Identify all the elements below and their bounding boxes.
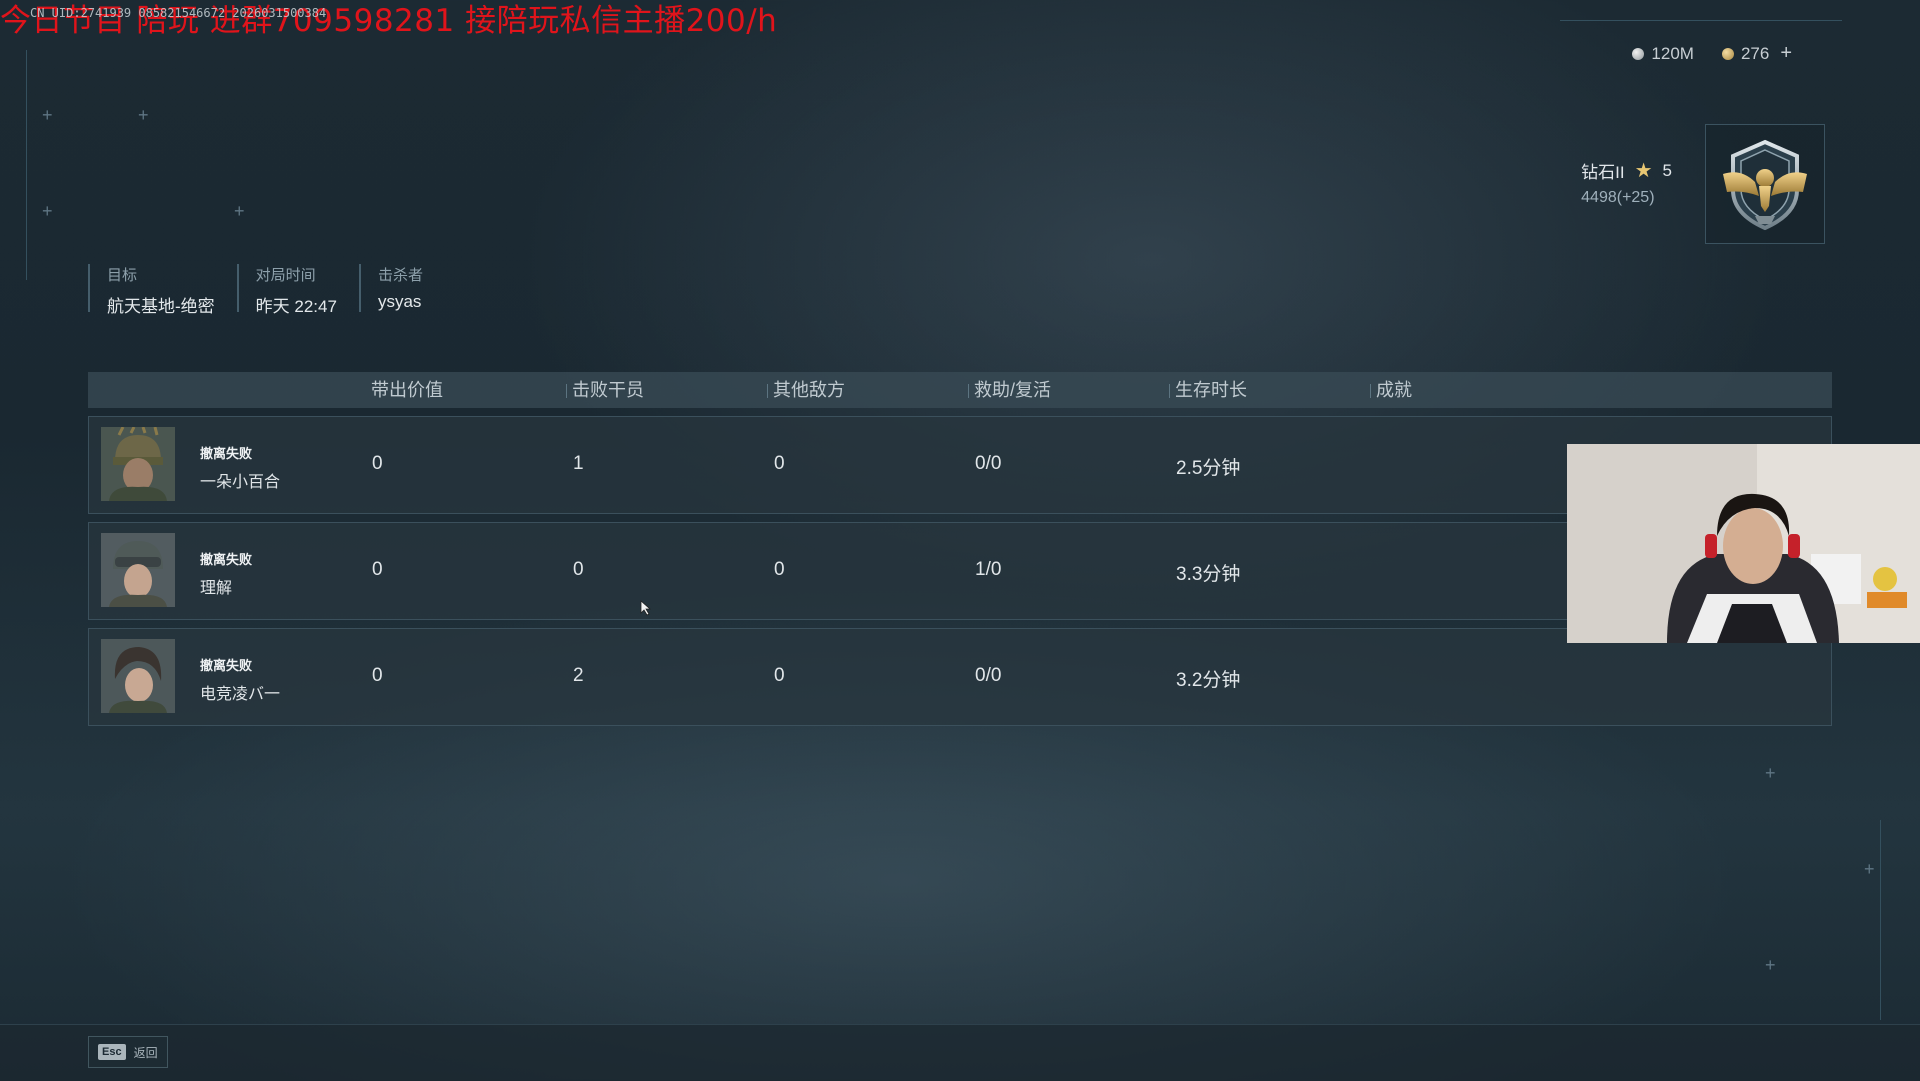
info-label: 击杀者 [377,267,423,284]
gold-currency[interactable]: 276 + [1721,42,1792,65]
player-name: 一朵小百合 [200,474,281,491]
info-value: 航天基地-绝密 [107,297,215,316]
star-icon: ★ [1634,160,1653,182]
survival-time: 3.2分钟 [1176,670,1241,691]
match-info-objective: 目标 航天基地-绝密 [88,264,237,316]
add-currency-button[interactable]: + [1780,42,1792,65]
match-info-time: 对局时间 昨天 22:47 [236,264,359,316]
column-header: 带出价值 [371,380,443,400]
extract-value: 0 [372,453,383,474]
webcam-feed-image [1567,444,1920,643]
extract-value: 0 [372,559,383,580]
operator-avatar [101,639,175,713]
info-value[interactable]: ysyas [378,292,423,312]
info-label: 对局时间 [255,267,316,284]
streamer-webcam [1567,444,1920,643]
assist-revive: 0/0 [975,665,1002,686]
silver-amount: 120M [1651,43,1694,63]
operator-avatar [101,533,175,607]
back-label: 返回 [133,1045,158,1060]
survival-time: 3.3分钟 [1176,564,1241,585]
extraction-status: 撤离失败 [200,446,253,461]
rank-points: 4498(+25) [1581,189,1655,206]
hud-crosshair-mark: + [42,201,53,221]
back-button[interactable]: Esc 返回 [88,1036,168,1068]
operator-portrait-icon [101,639,175,713]
hud-top-rail [1560,20,1842,21]
column-divider [767,384,768,398]
gold-amount: 276 [1740,43,1770,63]
player-name: 理解 [200,580,233,597]
column-divider [1370,384,1371,398]
player-name: 电竞凌バ一 [200,686,281,703]
column-divider [1169,384,1170,398]
info-value: 昨天 22:47 [255,297,337,316]
operator-avatar [101,427,175,501]
hud-crosshair-mark: + [1765,955,1776,975]
extract-value: 0 [372,665,383,686]
rank-summary: 钻石II ★ 5 4498(+25) [1581,158,1672,207]
hud-left-rail [26,50,27,280]
assist-revive: 0/0 [975,453,1002,474]
column-divider [968,384,969,398]
rank-tier: 钻石II [1581,163,1625,182]
operators-defeated: 2 [573,665,584,686]
survival-time: 2.5分钟 [1176,458,1241,479]
rank-stars: 5 [1662,160,1672,180]
operator-portrait-icon [101,427,175,501]
match-info-killer: 击杀者 ysyas [358,264,445,312]
match-info-bar: 目标 航天基地-绝密 对局时间 昨天 22:47 击杀者 ysyas [88,264,445,316]
hud-crosshair-mark: + [234,201,245,221]
operator-portrait-icon [101,533,175,607]
column-header: 击败干员 [572,380,644,400]
silver-currency: 120M [1632,44,1694,64]
table-header: 带出价值 击败干员 其他敌方 救助/复活 生存时长 成就 [88,372,1832,408]
mouse-cursor-icon [640,600,652,616]
operators-defeated: 0 [573,559,584,580]
footer-bar [0,1024,1920,1081]
column-header: 救助/复活 [974,380,1052,400]
other-enemies: 0 [774,559,785,580]
player-uid-watermark: CN UID:2741939 085821546672 202603150038… [30,6,327,20]
extraction-status: 撤离失败 [200,658,253,673]
column-divider [566,384,567,398]
hud-right-rail [1880,820,1881,1020]
hud-crosshair-mark: + [1765,763,1776,783]
hud-crosshair-mark: + [138,105,149,125]
hud-crosshair-mark: + [1864,859,1875,879]
info-label: 目标 [107,267,138,284]
currency-bar: 120M 276 + [1632,42,1792,65]
gold-coin-icon [1721,47,1734,60]
other-enemies: 0 [774,453,785,474]
operators-defeated: 1 [573,453,584,474]
hud-crosshair-mark: + [42,105,53,125]
extraction-status: 撤离失败 [200,552,253,567]
rank-badge[interactable] [1705,124,1825,244]
other-enemies: 0 [774,665,785,686]
esc-key-hint: Esc [98,1044,126,1060]
column-header: 生存时长 [1175,380,1247,400]
column-header: 成就 [1376,380,1412,400]
silver-coin-icon [1632,47,1645,60]
eagle-emblem-icon [1723,139,1807,231]
column-header: 其他敌方 [773,380,845,400]
assist-revive: 1/0 [975,559,1002,580]
